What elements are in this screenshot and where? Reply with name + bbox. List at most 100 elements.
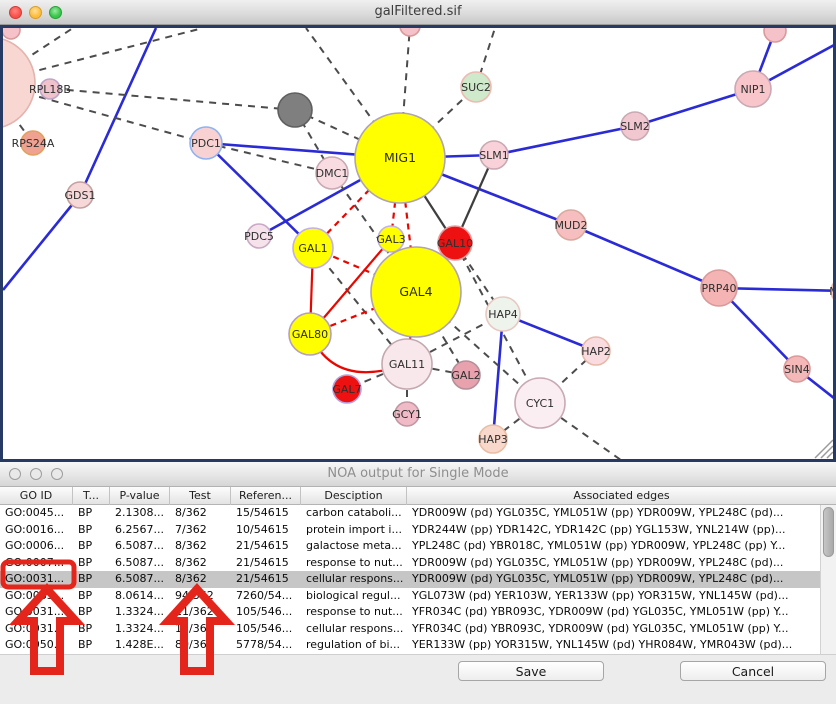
cell-type: BP: [73, 637, 110, 654]
save-button[interactable]: Save: [458, 661, 604, 681]
cell-edges: YFR034C (pd) YBR093C, YDR009W (pd) YGL03…: [407, 621, 820, 638]
cell-test: 8/362: [170, 505, 231, 522]
network-node-grayn[interactable]: [278, 93, 312, 127]
resize-grip[interactable]: [827, 452, 833, 458]
cell-type: BP: [73, 621, 110, 638]
column-header-referen[interactable]: Referen...: [231, 487, 301, 505]
table-row[interactable]: GO:0006...BP6.5087...8/36221/54615galact…: [0, 538, 820, 555]
noa-output-window: NOA output for Single Mode GO IDT...P-va…: [0, 462, 836, 704]
node-label: PRP40: [702, 282, 737, 295]
node-label: RPS24A: [12, 137, 55, 150]
results-table: GO:0045...BP2.1308...8/36215/54615carbon…: [0, 505, 820, 654]
table-row[interactable]: GO:0045...BP2.1308...8/36215/54615carbon…: [0, 505, 820, 522]
table-row[interactable]: GO:0016...BP6.2567...7/36210/54615protei…: [0, 522, 820, 539]
cell-description: cellular respons...: [301, 571, 407, 588]
node-label: SLM2: [620, 120, 650, 133]
cancel-button[interactable]: Cancel: [680, 661, 826, 681]
node-label: GDS1: [65, 189, 96, 202]
network-node-cuttop3[interactable]: [764, 28, 786, 42]
cell-go_id: GO:0031...: [0, 604, 73, 621]
cell-go_id: GO:0006...: [0, 538, 73, 555]
cell-description: cellular respons...: [301, 621, 407, 638]
column-header-test[interactable]: Test: [170, 487, 231, 505]
cell-type: BP: [73, 588, 110, 605]
cell-edges: YER133W (pp) YOR315W, YNL145W (pd) YHR08…: [407, 637, 820, 654]
cell-type: BP: [73, 505, 110, 522]
cell-p_value: 6.5087...: [110, 555, 170, 572]
cell-reference: 21/54615: [231, 571, 301, 588]
node-label: HAP3: [478, 433, 507, 446]
cell-reference: 7260/54...: [231, 588, 301, 605]
column-header-p-value[interactable]: P-value: [110, 487, 170, 505]
cell-p_value: 6.5087...: [110, 571, 170, 588]
scrollbar-thumb[interactable]: [823, 507, 834, 557]
cell-edges: YFR034C (pd) YBR093C, YDR009W (pd) YGL03…: [407, 604, 820, 621]
node-label: RPL18B: [29, 83, 71, 96]
node-label: PDC5: [244, 230, 274, 243]
node-label: MSL1: [829, 285, 833, 298]
cell-test: 94/362: [170, 588, 231, 605]
table-row[interactable]: GO:0031...BP6.5087...8/36221/54615cellul…: [0, 571, 820, 588]
cell-reference: 10/54615: [231, 522, 301, 539]
cell-description: response to nut...: [301, 604, 407, 621]
cell-test: 7/362: [170, 522, 231, 539]
node-label: GAL7: [332, 383, 361, 396]
network-edge[interactable]: [571, 225, 719, 288]
cell-reference: 21/54615: [231, 538, 301, 555]
network-node-cuttop1[interactable]: [3, 28, 20, 39]
column-header-desciption[interactable]: Desciption: [301, 487, 407, 505]
network-graph: RPL18BRPS24AGDS1PDC1MIG1SUC2SLM1DMC1SLM2…: [3, 28, 833, 459]
network-window-titlebar: galFiltered.sif: [0, 0, 836, 25]
node-label: MUD2: [554, 219, 587, 232]
node-label: GAL80: [292, 328, 328, 341]
cell-description: biological regul...: [301, 588, 407, 605]
cell-description: response to nut...: [301, 555, 407, 572]
table-row[interactable]: GO:0065...BP8.0614...94/3627260/54...bio…: [0, 588, 820, 605]
cell-test: 8/362: [170, 538, 231, 555]
table-row[interactable]: GO:0007...BP6.5087...8/36221/54615respon…: [0, 555, 820, 572]
column-header-t[interactable]: T...: [73, 487, 110, 505]
cell-go_id: GO:0031...: [0, 571, 73, 588]
table-scrollbar[interactable]: [820, 505, 836, 654]
column-header-associated-edges[interactable]: Associated edges: [407, 487, 836, 505]
network-edge[interactable]: [3, 195, 80, 290]
cell-edges: YDR009W (pd) YGL035C, YML051W (pp) YDR00…: [407, 555, 820, 572]
cell-description: carbon cataboli...: [301, 505, 407, 522]
cell-type: BP: [73, 538, 110, 555]
network-canvas[interactable]: RPL18BRPS24AGDS1PDC1MIG1SUC2SLM1DMC1SLM2…: [0, 25, 836, 462]
cell-edges: YDR009W (pd) YGL035C, YML051W (pp) YDR00…: [407, 571, 820, 588]
cell-p_value: 8.0614...: [110, 588, 170, 605]
cell-description: galactose meta...: [301, 538, 407, 555]
node-label: SLM1: [479, 149, 509, 162]
network-node-cuttop2[interactable]: [400, 28, 420, 36]
node-label: NIP1: [740, 83, 765, 96]
window-title: galFiltered.sif: [0, 4, 836, 19]
table-row[interactable]: GO:0050...BP1.428E...80/3625778/54...reg…: [0, 637, 820, 654]
cell-go_id: GO:0065...: [0, 588, 73, 605]
cell-reference: 15/54615: [231, 505, 301, 522]
cell-reference: 105/546...: [231, 621, 301, 638]
cell-test: 8/362: [170, 571, 231, 588]
column-header-go-id[interactable]: GO ID: [0, 487, 73, 505]
results-table-header: GO IDT...P-valueTestReferen...Desciption…: [0, 487, 836, 505]
cell-p_value: 2.1308...: [110, 505, 170, 522]
resize-grip[interactable]: [821, 446, 833, 458]
network-edge[interactable]: [493, 314, 503, 439]
cell-edges: YDR009W (pd) YGL035C, YML051W (pp) YDR00…: [407, 505, 820, 522]
noa-window-title: NOA output for Single Mode: [0, 466, 836, 481]
cell-type: BP: [73, 522, 110, 539]
node-label: MIG1: [384, 150, 416, 165]
node-label: HAP2: [581, 345, 610, 358]
table-row[interactable]: GO:0031...BP1.3324...11/362105/546...res…: [0, 604, 820, 621]
node-label: SUC2: [461, 81, 491, 94]
cell-test: 11/362: [170, 621, 231, 638]
cell-edges: YPL248C (pd) YBR018C, YML051W (pp) YDR00…: [407, 538, 820, 555]
network-edge[interactable]: [494, 126, 635, 155]
cell-test: 11/362: [170, 604, 231, 621]
table-row[interactable]: GO:0031...BP1.3324...11/362105/546...cel…: [0, 621, 820, 638]
node-label: HAP4: [488, 308, 517, 321]
cell-type: BP: [73, 555, 110, 572]
cell-p_value: 6.2567...: [110, 522, 170, 539]
cell-p_value: 6.5087...: [110, 538, 170, 555]
cell-go_id: GO:0007...: [0, 555, 73, 572]
